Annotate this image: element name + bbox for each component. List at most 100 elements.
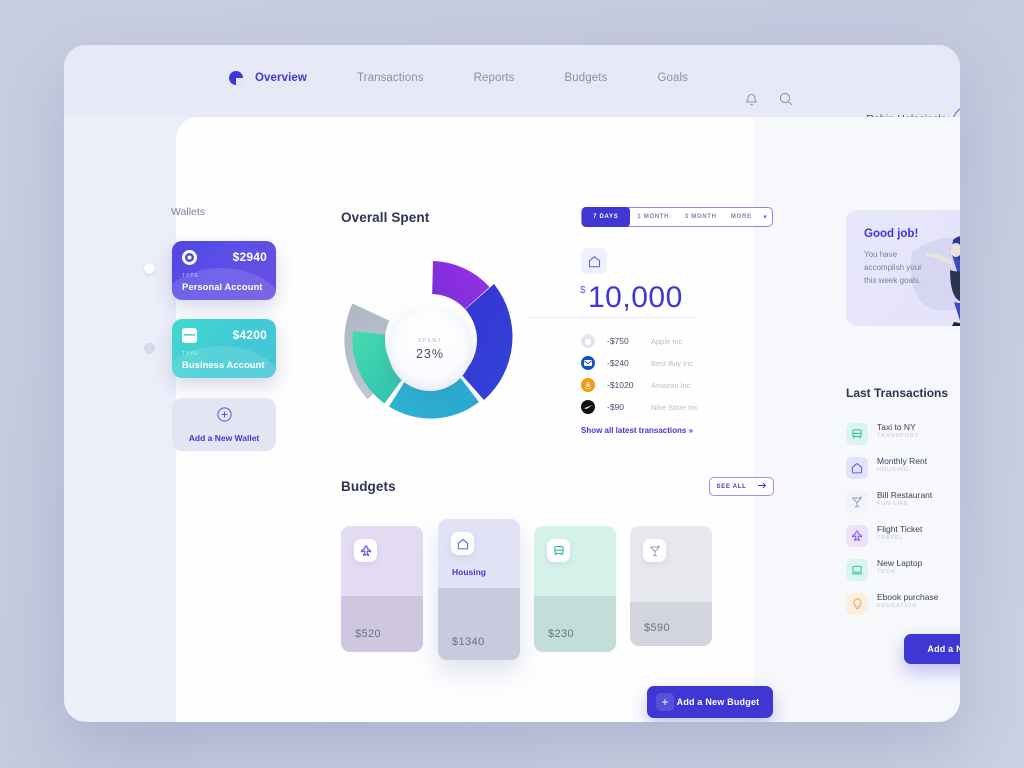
plane-icon bbox=[846, 525, 868, 547]
chevron-down-icon[interactable]: ▾ bbox=[758, 213, 772, 221]
wallet-card-personal[interactable]: $2940 TYPE Personal Account bbox=[172, 241, 276, 300]
good-job-title: Good job! bbox=[864, 228, 919, 240]
budget-card-funlife[interactable]: $590 bbox=[630, 526, 712, 646]
add-budget-label: Add a New Budget bbox=[676, 697, 760, 707]
pie-logo-icon bbox=[229, 71, 243, 85]
arrow-right-icon bbox=[757, 482, 767, 491]
transaction-row-rent[interactable]: Monthly Rent HOUSING -$2100 › bbox=[846, 455, 960, 481]
transaction-row-ebook[interactable]: Ebook purchase EDUCATION -$15 › bbox=[846, 591, 960, 617]
filter-3month[interactable]: 3 MONTH bbox=[677, 214, 725, 220]
plus-icon: + bbox=[656, 693, 674, 711]
wallet-amount: $4200 bbox=[232, 328, 267, 342]
wallet-indicator-dot-2[interactable] bbox=[144, 343, 155, 354]
budget-card-housing[interactable]: Housing $1340 bbox=[438, 519, 520, 660]
merchant-name: Best Buy Inc bbox=[651, 358, 694, 368]
bulb-icon bbox=[846, 593, 868, 615]
budgets-title: Budgets bbox=[341, 479, 396, 494]
donut-spent-percent: 23% bbox=[415, 346, 445, 361]
wallet-type-label: TYPE bbox=[182, 351, 200, 357]
merchant-row-apple[interactable]: -$750 Apple Inc bbox=[581, 332, 682, 350]
cocktail-icon bbox=[846, 491, 868, 513]
transaction-category: TECH bbox=[877, 569, 896, 575]
budget-card-lower bbox=[534, 596, 616, 652]
last-transactions-title: Last Transactions bbox=[846, 386, 949, 400]
filter-7days[interactable]: 7 DAYS bbox=[582, 207, 630, 227]
wallet-card-business[interactable]: $4200 TYPE Business Account bbox=[172, 319, 276, 378]
plus-circle-icon bbox=[216, 406, 232, 427]
home-icon bbox=[581, 248, 607, 274]
period-filter: 7 DAYS 1 MONTH 3 MONTH MORE ▾ bbox=[581, 207, 773, 227]
bell-icon[interactable] bbox=[745, 92, 758, 111]
transaction-name: Flight Ticket bbox=[877, 524, 923, 534]
wallet-name: Personal Account bbox=[182, 282, 263, 293]
bus-icon bbox=[846, 423, 868, 445]
total-spent-amount: 10,000 bbox=[588, 281, 683, 314]
show-all-label: Show all latest transactions bbox=[581, 426, 687, 435]
good-job-card: Good job! You have accomplish your this … bbox=[846, 210, 960, 326]
top-navigation-bar: Overview Transactions Reports Budgets Go… bbox=[64, 45, 960, 142]
see-all-label: SEE ALL bbox=[716, 483, 747, 490]
transaction-name: Taxi to NY bbox=[877, 422, 916, 432]
transaction-category: HOUSING bbox=[877, 467, 909, 473]
merchant-amount: -$1020 bbox=[607, 380, 634, 390]
currency-symbol: $ bbox=[580, 285, 586, 296]
wallets-title: Wallets bbox=[171, 206, 206, 218]
budget-card-lower bbox=[341, 596, 423, 652]
add-wallet-button[interactable]: Add a New Wallet bbox=[172, 398, 276, 451]
transaction-row-taxi[interactable]: Taxi to NY TRANSPORT -$40 › bbox=[846, 421, 960, 447]
filter-more[interactable]: MORE bbox=[725, 214, 759, 220]
add-transaction-button[interactable]: Add a New Transaction bbox=[904, 634, 960, 664]
budget-amount: $520 bbox=[355, 628, 382, 640]
merchant-row-amazon[interactable]: -$1020 Amazon Inc bbox=[581, 376, 691, 394]
donut-spent-label: SPENT bbox=[417, 337, 443, 344]
transaction-name: Bill Restaurant bbox=[877, 490, 933, 500]
laptop-icon bbox=[846, 559, 868, 581]
nav-item-budgets[interactable]: Budgets bbox=[565, 72, 608, 84]
filter-1month[interactable]: 1 MONTH bbox=[630, 214, 678, 220]
wallet-indicator-dot-1[interactable] bbox=[144, 263, 155, 274]
nike-icon bbox=[581, 400, 595, 414]
home-icon bbox=[846, 457, 868, 479]
merchant-name: Apple Inc bbox=[651, 336, 683, 346]
budget-amount: $230 bbox=[548, 628, 575, 640]
home-icon bbox=[451, 532, 474, 555]
wallet-type-label: TYPE bbox=[182, 273, 200, 279]
nav-item-overview[interactable]: Overview bbox=[255, 72, 307, 84]
main-nav: Overview Transactions Reports Budgets Go… bbox=[229, 71, 738, 85]
coin-icon bbox=[182, 250, 197, 265]
transaction-row-laptop[interactable]: New Laptop TECH -$1690 › bbox=[846, 557, 960, 583]
transaction-category: EDUCATION bbox=[877, 603, 918, 609]
see-all-budgets-button[interactable]: SEE ALL bbox=[709, 477, 774, 496]
budget-card-transport[interactable]: $230 bbox=[534, 526, 616, 652]
bestbuy-icon bbox=[581, 356, 595, 370]
show-all-transactions-link[interactable]: Show all latest transactions » bbox=[581, 426, 693, 435]
transaction-category: TRANSPORT bbox=[877, 433, 919, 439]
merchant-row-nike[interactable]: -$90 Nike Store Inc bbox=[581, 398, 698, 416]
add-transaction-label: Add a New Transaction bbox=[927, 644, 960, 654]
transaction-name: Monthly Rent bbox=[877, 456, 928, 466]
app-background: Overview Transactions Reports Budgets Go… bbox=[0, 0, 1024, 768]
merchant-amount: -$240 bbox=[607, 358, 629, 368]
search-icon[interactable] bbox=[779, 92, 793, 111]
nav-item-goals[interactable]: Goals bbox=[657, 72, 688, 84]
transaction-row-flight[interactable]: Flight Ticket TRAVEL -$1100 › bbox=[846, 523, 960, 549]
wallet-name: Business Account bbox=[182, 360, 265, 371]
nav-item-reports[interactable]: Reports bbox=[474, 72, 515, 84]
budget-card-travel[interactable]: $520 bbox=[341, 526, 423, 652]
budget-amount: $590 bbox=[644, 622, 671, 634]
merchant-amount: -$90 bbox=[607, 402, 625, 412]
train-icon bbox=[547, 539, 570, 562]
merchant-name: Nike Store Inc bbox=[651, 402, 699, 412]
nav-item-transactions[interactable]: Transactions bbox=[357, 72, 424, 84]
add-wallet-label: Add a New Wallet bbox=[188, 432, 260, 443]
apple-icon bbox=[581, 334, 595, 348]
add-budget-button[interactable]: + Add a New Budget bbox=[647, 686, 773, 718]
cocktail-icon bbox=[643, 539, 666, 562]
transaction-row-restaurant[interactable]: Bill Restaurant FUN LIFE -$85 › bbox=[846, 489, 960, 515]
merchant-amount: -$750 bbox=[607, 336, 629, 346]
transaction-category: FUN LIFE bbox=[877, 501, 909, 507]
right-sidebar-panel bbox=[754, 117, 960, 722]
transaction-name: Ebook purchase bbox=[877, 592, 939, 602]
merchant-row-bestbuy[interactable]: -$240 Best Buy Inc bbox=[581, 354, 693, 372]
plane-icon bbox=[354, 539, 377, 562]
